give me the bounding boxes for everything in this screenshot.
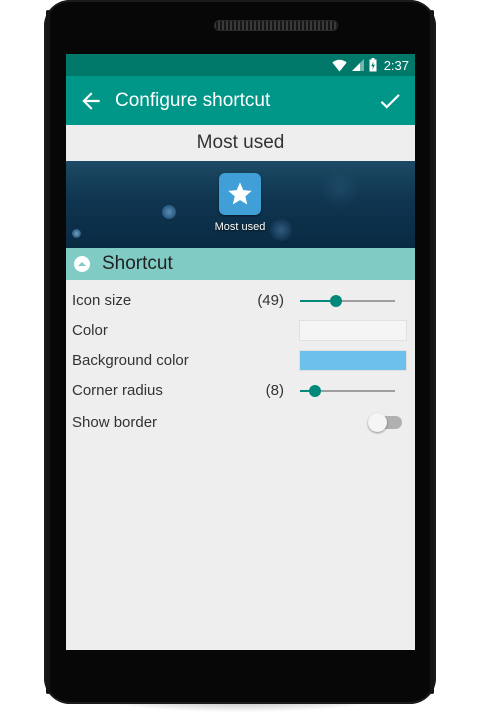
slider-thumb[interactable] (309, 385, 322, 397)
bokeh-decoration (320, 169, 360, 209)
wifi-icon (331, 59, 347, 71)
chevron-up-circle-icon (74, 256, 90, 272)
phone-edge-left (46, 10, 50, 694)
slider-thumb[interactable] (329, 295, 342, 307)
corner-radius-label: Corner radius (72, 382, 163, 399)
background-color-swatch[interactable] (299, 350, 407, 371)
corner-radius-value: (8) (265, 382, 284, 399)
check-icon[interactable] (377, 88, 403, 114)
background-color-row: Background color (66, 346, 415, 376)
battery-charging-icon (369, 58, 377, 72)
status-time: 2:37 (383, 57, 409, 73)
star-icon (228, 182, 252, 205)
icon-size-label: Icon size (72, 292, 132, 309)
color-swatch[interactable] (299, 320, 407, 341)
shortcut-preview: Most used (66, 161, 415, 248)
phone-edge-right (430, 10, 434, 694)
earpiece-speaker (214, 20, 338, 31)
preview-title: Most used (66, 125, 415, 161)
bokeh-decoration (162, 205, 176, 219)
icon-size-value: (49) (257, 292, 284, 309)
status-bar: 2:37 (66, 54, 415, 76)
show-border-row: Show border (66, 406, 415, 440)
bokeh-decoration (72, 229, 81, 238)
corner-radius-row: Corner radius (8) (66, 376, 415, 406)
shortcut-label: Most used (214, 221, 266, 233)
shortcut-icon[interactable] (219, 173, 261, 215)
icon-size-slider[interactable] (300, 295, 395, 307)
app-bar: Configure shortcut (66, 76, 415, 125)
corner-radius-slider[interactable] (300, 385, 395, 397)
show-border-label: Show border (72, 414, 158, 431)
section-header-shortcut[interactable]: Shortcut (66, 248, 415, 280)
arrow-back-icon[interactable] (78, 88, 104, 114)
page-title: Configure shortcut (115, 90, 271, 111)
icon-size-row: Icon size (49) (66, 286, 415, 316)
cell-signal-icon (351, 59, 364, 71)
screen: 2:37 Configure shortcut Most used Most u… (66, 54, 415, 650)
color-row: Color (66, 316, 415, 346)
background-color-label: Background color (72, 352, 189, 369)
toggle-thumb[interactable] (368, 413, 387, 432)
color-label: Color (72, 322, 108, 339)
section-title: Shortcut (102, 253, 173, 274)
